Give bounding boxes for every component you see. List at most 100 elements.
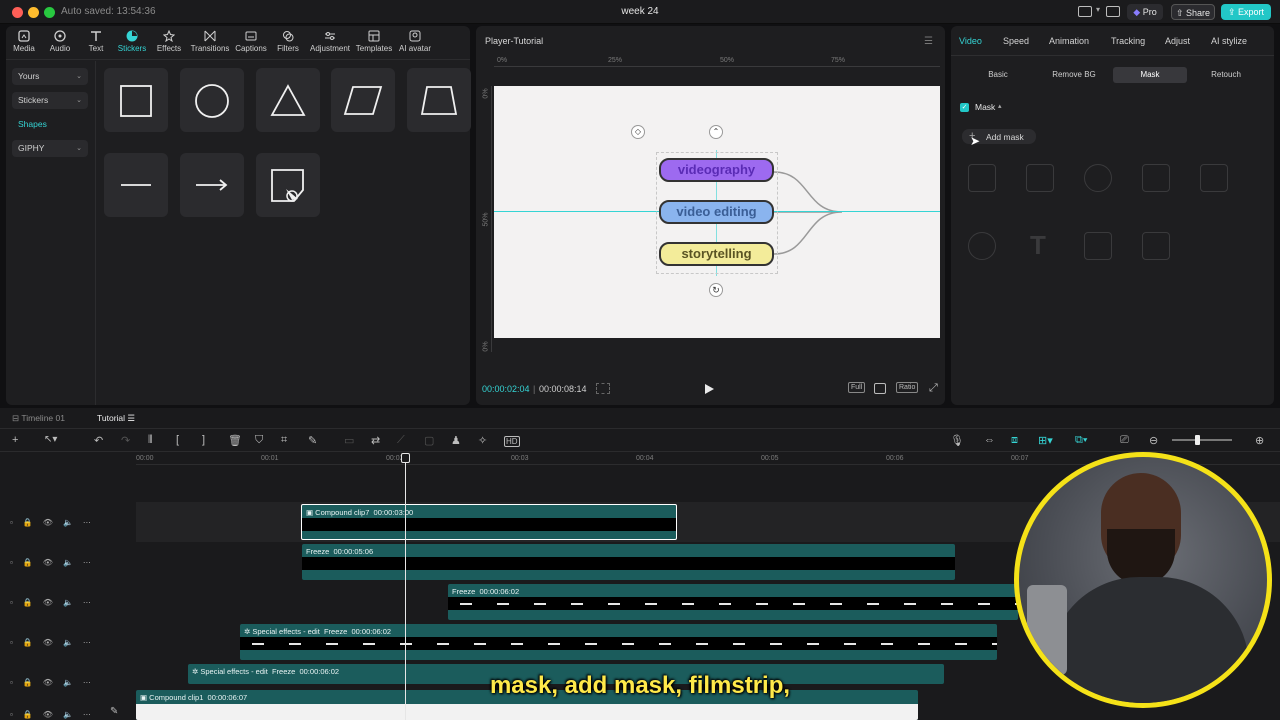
line-shape-icon (121, 184, 151, 186)
ruler-label: 25% (608, 57, 623, 64)
tab-speed[interactable]: Speed (1003, 36, 1029, 46)
sidebar-item-yours[interactable]: Yours ⌄ (12, 68, 88, 85)
tab-ai-stylize[interactable]: AI stylize (1211, 36, 1247, 46)
subtab-basic[interactable]: Basic (961, 67, 1035, 83)
ai-avatar-tab[interactable]: AI avatar (394, 30, 436, 53)
subtab-mask[interactable]: Mask (1113, 67, 1187, 83)
magic-icon[interactable]: ✎ (308, 434, 317, 447)
zoom-out-icon[interactable]: ⊖ (1149, 434, 1158, 447)
chevron-up-handle-icon[interactable]: ⌃ (709, 125, 723, 139)
rotate-icon[interactable]: ▢ (424, 434, 434, 447)
shape-pen-tile[interactable] (256, 153, 320, 217)
link-icon[interactable]: ⇔ (984, 434, 995, 446)
fullscreen-icon[interactable]: ⤢ (929, 382, 938, 395)
shape-parallelogram-tile[interactable] (331, 68, 395, 132)
pill-videography[interactable]: videography (659, 158, 774, 182)
tab-timeline-01[interactable]: ⊟ Timeline 01 (12, 413, 65, 424)
track-controls[interactable]: ▫🔒👁🔈⋯ (10, 598, 101, 607)
stickers-tab[interactable]: Stickers (111, 30, 153, 53)
split-left-icon[interactable]: [ (176, 434, 179, 446)
templates-tab[interactable]: Templates (353, 30, 395, 53)
crop-focus-icon[interactable] (874, 383, 886, 394)
freeze-icon[interactable]: ▭ (344, 434, 354, 447)
clip-duration: 00:00:06:02 (351, 627, 392, 636)
microphone-icon[interactable]: 🎙 (950, 434, 964, 447)
hd-icon[interactable]: HD (504, 436, 520, 447)
adjustment-tab[interactable]: Adjustment (309, 30, 351, 53)
effects-tab[interactable]: Effects (148, 30, 190, 53)
transitions-tab[interactable]: Transitions (189, 30, 231, 53)
caption-toggle-icon[interactable]: ⎚ (1120, 434, 1129, 447)
filters-tab-label: Filters (277, 44, 299, 53)
pro-button[interactable]: ◆ Pro (1127, 4, 1163, 20)
share-button[interactable]: ⇧ Share (1171, 4, 1215, 20)
track-controls[interactable]: ▫🔒👁🔈⋯ (10, 518, 101, 527)
frame-grid-icon[interactable] (596, 383, 610, 394)
track-controls[interactable]: ▫🔒👁🔈⋯ (10, 558, 101, 567)
ai-effects-icon[interactable]: ✧ (478, 434, 487, 447)
layout-icon[interactable] (1078, 6, 1092, 17)
snap-icon[interactable]: ⊞▾ (1038, 434, 1053, 447)
reverse-icon[interactable]: ⇄ (371, 434, 380, 447)
rotate-handle-icon[interactable]: ↻ (709, 283, 723, 297)
tab-label: Timeline 01 (21, 413, 65, 423)
subtab-retouch[interactable]: Retouch (1189, 67, 1263, 83)
mouse-cursor-icon: ➤ (970, 134, 981, 148)
undo-icon[interactable]: ↶ (94, 434, 103, 447)
chevron-up-icon[interactable]: ▴ (998, 102, 1002, 110)
split-icon[interactable]: ⫴ (148, 434, 153, 447)
redo-icon[interactable]: ↷ (121, 434, 130, 447)
chevron-down-icon[interactable]: ▾ (1096, 5, 1100, 14)
pill-video-editing[interactable]: video editing (659, 200, 774, 224)
tab-animation[interactable]: Animation (1049, 36, 1089, 46)
tab-adjust[interactable]: Adjust (1165, 36, 1190, 46)
magnet-icon[interactable]: ⧈ (1011, 434, 1018, 447)
sidebar-item-giphy[interactable]: GIPHY ⌄ (12, 140, 88, 157)
sidebar-item-label: GIPHY (18, 143, 45, 153)
crop-icon[interactable]: ⌗ (281, 434, 287, 447)
sidebar-item-stickers[interactable]: Stickers ⌄ (12, 92, 88, 109)
add-track-button[interactable]: + (12, 434, 18, 446)
timeline-clip-freeze-2[interactable]: Freeze 00:00:06:02 (448, 584, 1018, 620)
mirror-icon[interactable]: ⟋ (397, 434, 405, 447)
shape-trapezoid-tile[interactable] (407, 68, 471, 132)
shape-circle-tile[interactable] (180, 68, 244, 132)
menu-icon[interactable]: ☰ (924, 36, 933, 47)
export-button[interactable]: ⇪ Export (1221, 4, 1271, 20)
play-button[interactable] (705, 384, 714, 394)
lock-ratio-handle-icon[interactable]: ◇ (631, 125, 645, 139)
cutout-icon[interactable]: ♟ (451, 434, 461, 447)
ruler-label: 0% (482, 88, 490, 99)
tab-video[interactable]: Video (959, 36, 982, 46)
ratio-button[interactable]: Ratio (896, 382, 919, 393)
shape-square-tile[interactable] (104, 68, 168, 132)
zoom-in-icon[interactable]: ⊕ (1255, 434, 1264, 447)
sidebar-item-shapes[interactable]: Shapes (12, 116, 88, 133)
pill-storytelling[interactable]: storytelling (659, 242, 774, 266)
shape-arrow-tile[interactable] (180, 153, 244, 217)
timeline-clip-compound7[interactable]: ▣ Compound clip7 00:00:03:00 (301, 504, 677, 540)
shape-triangle-tile[interactable] (256, 68, 320, 132)
mask-checkbox[interactable]: ✓ (960, 103, 969, 112)
keyboard-icon[interactable] (1106, 6, 1120, 17)
zoom-slider-handle[interactable] (1195, 435, 1200, 445)
split-right-icon[interactable]: ] (202, 434, 205, 446)
timeline-clip-special-effects-1[interactable]: ✲ Special effects - edit Freeze 00:00:06… (240, 624, 997, 660)
edit-pencil-icon[interactable]: ✎ (110, 706, 118, 717)
zoom-slider[interactable] (1172, 439, 1232, 441)
track-controls[interactable]: ▫🔒👁🔈⋯ (10, 710, 101, 719)
filters-tab[interactable]: Filters (267, 30, 309, 53)
delete-icon[interactable]: 🗑 (228, 434, 242, 447)
select-tool-icon[interactable]: ↖▾ (44, 434, 57, 445)
tab-tracking[interactable]: Tracking (1111, 36, 1145, 46)
track-controls[interactable]: ▫🔒👁🔈⋯ (10, 638, 101, 647)
shape-line-tile[interactable] (104, 153, 168, 217)
preview-axis-icon[interactable]: ⧉▾ (1075, 434, 1087, 447)
subtab-remove-bg[interactable]: Remove BG (1037, 67, 1111, 83)
captions-tab[interactable]: Captions (230, 30, 272, 53)
playhead-handle[interactable] (401, 453, 410, 463)
full-quality-button[interactable]: Full (848, 382, 866, 393)
tab-tutorial[interactable]: Tutorial ☰ (97, 413, 135, 424)
timeline-clip-freeze-1[interactable]: Freeze 00:00:05:06 (302, 544, 955, 580)
shield-icon[interactable]: ⛉ (255, 434, 263, 447)
